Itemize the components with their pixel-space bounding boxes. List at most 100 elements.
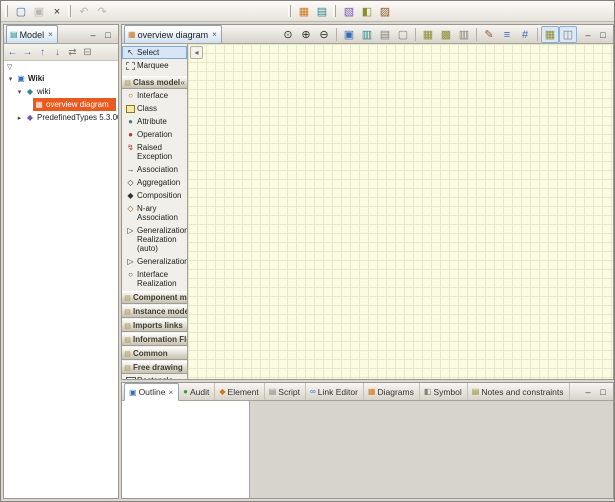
drawer-class-model[interactable]: ▤Class model« (122, 76, 187, 89)
tab-audit[interactable]: ●Audit (179, 383, 215, 400)
select-tool[interactable]: ↖Select (122, 46, 187, 59)
drawer-common[interactable]: ▤Common (122, 347, 187, 360)
attribute-tool[interactable]: ●Attribute (122, 115, 187, 128)
tab-outline[interactable]: ▣Outline× (124, 383, 179, 401)
tree-item-wiki-project[interactable]: ▾▣Wiki (4, 72, 118, 85)
tab-script[interactable]: ▤Script (265, 383, 306, 400)
forward-icon[interactable]: → (20, 45, 35, 60)
tree-item-predefined-types[interactable]: ▸◆PredefinedTypes 5.3.00 (4, 111, 118, 124)
palette-item-label: Select (136, 48, 159, 57)
sync-with-editor-icon[interactable]: ⇄ (65, 45, 80, 60)
close-editor-tab-icon[interactable]: × (212, 30, 217, 39)
tab-notes-and-constraints[interactable]: ▤Notes and constraints (468, 383, 570, 400)
view-filter-icon[interactable]: ▽ (7, 63, 12, 71)
snap-to-grid-icon[interactable]: ▩ (437, 26, 455, 43)
undo-icon[interactable]: ↶ (75, 3, 93, 20)
show-grid-icon[interactable]: ▦ (419, 26, 437, 43)
palette-item-label: Raised Exception (136, 143, 185, 161)
drawer-free-drawing[interactable]: ▤Free drawing (122, 361, 187, 374)
up-icon[interactable]: ↑ (35, 45, 50, 60)
toggle-grid-icon[interactable]: ▦ (541, 26, 559, 43)
down-icon[interactable]: ↓ (50, 45, 65, 60)
drawer-information-flows[interactable]: ▤Information Flo... (122, 333, 187, 346)
copy-image-icon[interactable]: ▥ (358, 26, 376, 43)
show-rulers-icon[interactable]: ▥ (455, 26, 473, 43)
create-diagram-icon[interactable]: ▦ (295, 3, 313, 20)
color-settings-icon[interactable]: ◧ (358, 3, 376, 20)
tree-item-overview-diagram[interactable]: ▦overview diagram (4, 98, 118, 111)
drawer-component-model[interactable]: ▤Component mo... (122, 291, 187, 304)
bottom-panel-empty-area (250, 401, 613, 498)
composition-tool[interactable]: ◆Composition (122, 189, 187, 202)
raised-exception-icon: ↯ (125, 143, 136, 152)
redo-icon[interactable]: ↷ (93, 3, 111, 20)
minimize-panel-icon[interactable]: – (86, 28, 100, 41)
close-tab-icon[interactable]: × (169, 388, 174, 397)
marquee-icon (126, 62, 135, 70)
tab-element[interactable]: ◆Element (215, 383, 264, 400)
operation-tool[interactable]: ●Operation (122, 128, 187, 141)
delete-icon[interactable]: × (48, 3, 66, 20)
drawer-imports-links[interactable]: ▤Imports links (122, 319, 187, 332)
maximize-panel-icon[interactable]: □ (101, 28, 115, 41)
class-tool[interactable]: Class (122, 102, 187, 115)
tab-link-editor[interactable]: ∞Link Editor (306, 383, 364, 400)
back-icon[interactable]: ← (5, 45, 20, 60)
zoom-100-icon[interactable]: ⊙ (279, 26, 297, 43)
model-view-tab[interactable]: ▤ Model × (6, 25, 58, 43)
tab-label: Outline (139, 387, 166, 397)
toggle-smart-links-icon[interactable]: ◫ (559, 26, 577, 43)
page-setup-icon[interactable]: ▢ (394, 26, 412, 43)
expander-icon[interactable]: ▾ (6, 75, 15, 83)
toolbar-separator (537, 28, 538, 41)
save-icon[interactable]: ▣ (30, 3, 48, 20)
palette-pin-icon[interactable]: « (181, 78, 187, 87)
tab-diagrams[interactable]: ▦Diagrams (364, 383, 420, 400)
zoom-in-icon[interactable]: ⊕ (297, 26, 315, 43)
editor-body: ↖SelectMarquee▤Class model«○InterfaceCla… (122, 44, 613, 379)
generalization-tool[interactable]: ▷Generalization (122, 255, 187, 268)
aggregation-tool[interactable]: ◇Aggregation (122, 176, 187, 189)
diagram-canvas[interactable]: ◂ (188, 44, 613, 379)
association-tool[interactable]: →Association (122, 163, 187, 176)
nary-association-tool[interactable]: ◇N-ary Association (122, 202, 187, 224)
drawer-folder-icon: ▤ (122, 294, 133, 302)
drawer-instance-model[interactable]: ▤Instance model (122, 305, 187, 318)
create-matrix-icon[interactable]: ▤ (313, 3, 331, 20)
palette-item-label: Attribute (136, 117, 167, 126)
marquee-tool[interactable]: Marquee (122, 59, 187, 72)
palette-toggle-icon[interactable]: ◂ (190, 46, 203, 59)
tab-label: Symbol (433, 387, 461, 397)
pen-style-icon[interactable]: ✎ (480, 26, 498, 43)
zoom-out-icon[interactable]: ⊖ (315, 26, 333, 43)
tab-symbol-icon: ◧ (424, 387, 432, 396)
rectangle-tool[interactable]: Rectangle (122, 374, 187, 379)
minimize-bottom-panel-icon[interactable]: – (581, 385, 595, 398)
maximize-editor-icon[interactable]: □ (596, 28, 610, 41)
minimize-editor-icon[interactable]: – (581, 28, 595, 41)
print-icon[interactable]: ▤ (376, 26, 394, 43)
raised-exception-tool[interactable]: ↯Raised Exception (122, 141, 187, 163)
editor-tab-overview-diagram[interactable]: ▦ overview diagram × (124, 25, 222, 43)
toolbar-grip (5, 5, 8, 17)
bottom-tabs: ▣Outline×●Audit◆Element▤Script∞Link Edit… (124, 383, 570, 400)
interface-tool[interactable]: ○Interface (122, 89, 187, 102)
tab-symbol[interactable]: ◧Symbol (420, 383, 468, 400)
save-image-icon[interactable]: ▣ (340, 26, 358, 43)
expander-icon[interactable]: ▸ (15, 114, 24, 122)
interface-realization-tool[interactable]: ○Interface Realization (122, 268, 187, 290)
generalization-realization-auto-tool[interactable]: ▷Generalization Realization (auto) (122, 224, 187, 255)
auto-layout-icon[interactable]: # (516, 26, 534, 43)
close-model-view-icon[interactable]: × (48, 30, 53, 39)
export-image-icon[interactable]: ▨ (376, 3, 394, 20)
drawer-label: Class model (133, 78, 181, 87)
new-project-icon[interactable]: ▢ (12, 3, 30, 20)
swap-appearance-icon[interactable]: ▧ (340, 3, 358, 20)
expander-icon[interactable]: ▾ (15, 88, 24, 96)
tree-item-wiki-package[interactable]: ▾◆wiki (4, 85, 118, 98)
maximize-bottom-panel-icon[interactable]: □ (596, 385, 610, 398)
collapse-all-icon[interactable]: ⊟ (80, 45, 95, 60)
model-view-title: Model (20, 30, 45, 40)
align-icon[interactable]: ≡ (498, 26, 516, 43)
drawer-folder-icon: ▤ (122, 336, 133, 344)
